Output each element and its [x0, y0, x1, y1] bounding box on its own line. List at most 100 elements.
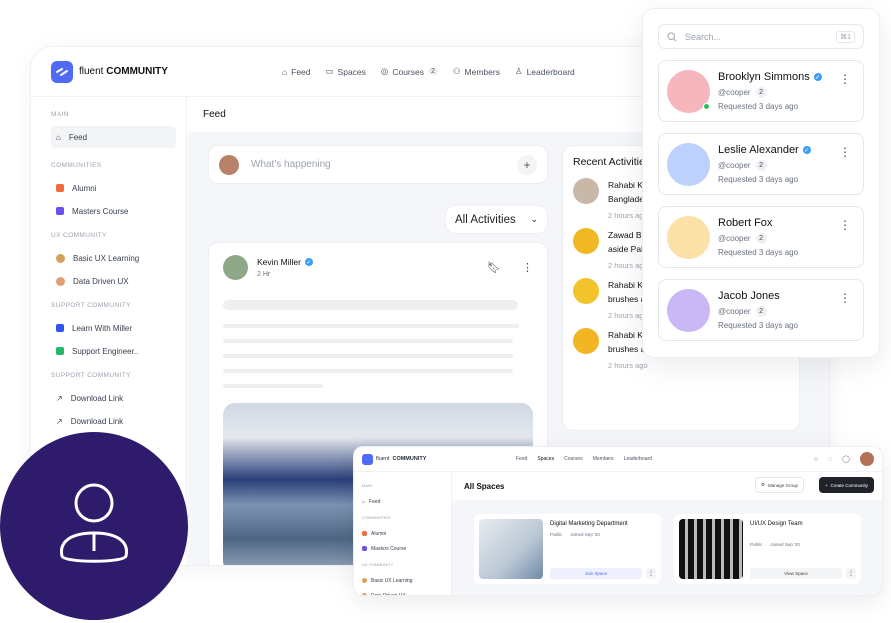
post-composer[interactable]: What's happening + — [208, 145, 548, 184]
courses-badge: 2 — [427, 68, 438, 75]
member-card[interactable]: Brooklyn Simmons ✓ @cooper 2 Requested 3 d… — [658, 60, 864, 122]
logo[interactable]: fluent COMMUNITY — [362, 453, 426, 465]
search-input[interactable]: Search... ⌘1 — [658, 24, 864, 49]
section-ux: UX COMMUNITY — [51, 232, 107, 239]
verified-icon: ✓ — [802, 146, 811, 154]
logo[interactable]: fluent COMMUNITY — [51, 60, 168, 83]
sidebar-item-alumni[interactable]: Alumni — [51, 177, 176, 199]
space-card[interactable]: UI/UX Design Team Public Joined Sep '20 V… — [674, 514, 861, 584]
main-nav: ⌂ Feed ▭ Spaces ◎ Courses 2 ⚇ Members ♙ Leader… — [282, 66, 575, 77]
spaces-preview-window: fluent COMMUNITY Feed Spaces Courses Memb… — [353, 446, 883, 596]
members-panel: Search... ⌘1 Brooklyn Simmons ✓ @cooper 2 … — [642, 8, 880, 358]
avatar — [223, 255, 248, 280]
sidebar-item-alumni[interactable]: Alumni — [362, 526, 451, 541]
sidebar-item-feed[interactable]: ⌂ Feed — [362, 494, 451, 509]
arrow-up-right-icon: ↗ — [56, 416, 63, 426]
skeleton-line — [223, 369, 513, 373]
search-icon — [667, 31, 677, 41]
nav-members[interactable]: Members — [593, 456, 614, 462]
sidebar-item-support-engineer[interactable]: Support Engineer.. — [51, 340, 176, 362]
nav-courses[interactable]: Courses — [564, 456, 583, 462]
nav-spaces[interactable]: Spaces — [537, 456, 554, 462]
activity-filter-dropdown[interactable]: All Activities ⌄ — [445, 205, 548, 234]
skeleton-line — [223, 354, 513, 358]
avatar — [573, 328, 599, 354]
add-button[interactable]: + — [517, 154, 537, 175]
more-icon[interactable]: ⋮ — [522, 261, 533, 274]
sidebar-item-basic-ux[interactable]: Basic UX Learning — [362, 573, 451, 588]
member-card[interactable]: Jacob Jones @cooper 2 Requested 3 days ag… — [658, 279, 864, 341]
verified-icon: ✓ — [304, 258, 313, 266]
sidebar-item-data-driven-ux[interactable]: Data Driven UX — [362, 588, 451, 595]
avatar-icon — [56, 276, 65, 286]
manage-group-button[interactable]: ⚙ Manage Group — [754, 477, 804, 493]
nav-feed[interactable]: ⌂ Feed — [282, 66, 311, 77]
home-icon: ⌂ — [282, 66, 288, 77]
more-icon[interactable]: ⋮ — [839, 292, 851, 304]
avatar — [667, 288, 710, 332]
join-space-button[interactable]: Join Space — [550, 568, 642, 579]
nav-leaderboard[interactable]: ♙ Leaderboard — [515, 66, 575, 77]
post-author[interactable]: Kevin Miller — [257, 257, 301, 267]
logo-icon — [362, 453, 373, 465]
space-card[interactable]: Digital Marketing Department Public Joine… — [474, 514, 661, 584]
sidebar-item-feed[interactable]: ⌂ Feed — [51, 126, 176, 148]
section-support-2: SUPPORT COMMUNITY — [51, 372, 131, 379]
more-icon[interactable]: ⋮ — [839, 146, 851, 158]
page-title: All Spaces — [464, 481, 505, 491]
community-color-icon — [56, 184, 64, 192]
chat-icon[interactable]: ◌ — [828, 456, 832, 463]
bookmark-icon[interactable]: 🔖︎ — [487, 261, 501, 274]
avatar[interactable] — [860, 452, 874, 466]
avatar — [219, 154, 239, 175]
brand-bold: COMMUNITY — [106, 66, 168, 77]
search-icon[interactable]: ○ — [814, 456, 818, 463]
more-icon[interactable]: ⋮ — [646, 568, 656, 579]
section-main: MAIN — [51, 111, 69, 118]
mini-sidebar: MAIN ⌂ Feed COMMUNITIES Alumni Masters C… — [354, 472, 452, 595]
verified-icon: ✓ — [813, 73, 822, 81]
arrow-up-right-icon: ↗ — [56, 393, 63, 403]
sidebar-item-data-driven-ux[interactable]: Data Driven UX — [51, 270, 176, 292]
nav-courses[interactable]: ◎ Courses 2 — [381, 66, 438, 77]
more-icon[interactable]: ⋮ — [839, 73, 851, 85]
member-card[interactable]: Robert Fox @cooper 2 Requested 3 days ago… — [658, 206, 864, 268]
sidebar-item-download-link[interactable]: ↗ Download Link — [51, 410, 176, 432]
view-space-button[interactable]: View Space — [750, 568, 842, 579]
avatar — [573, 228, 599, 254]
shortcut-badge: ⌘1 — [836, 30, 855, 43]
sidebar-item-masters-course[interactable]: Masters Course — [362, 541, 451, 556]
sidebar-item-basic-ux[interactable]: Basic UX Learning — [51, 247, 176, 269]
sidebar-item-masters-course[interactable]: Masters Course — [51, 200, 176, 222]
nav-spaces[interactable]: ▭ Spaces — [326, 66, 366, 77]
courses-icon: ◎ — [380, 66, 389, 76]
composer-input[interactable]: What's happening — [251, 159, 517, 170]
sidebar-item-download-link[interactable]: ↗ Download Link — [51, 387, 176, 409]
online-status-icon — [703, 102, 710, 110]
community-color-icon — [56, 207, 64, 215]
members-icon: ⚇ — [452, 66, 461, 76]
avatar — [667, 142, 710, 186]
home-icon: ⌂ — [56, 132, 61, 142]
space-image — [679, 519, 743, 579]
avatar — [667, 69, 710, 113]
nav-feed[interactable]: Feed — [516, 456, 527, 462]
skeleton-line — [223, 384, 323, 388]
nav-leaderboard[interactable]: Leaderboard — [624, 456, 652, 462]
avatar — [573, 278, 599, 304]
brand-light: fluent — [79, 66, 104, 77]
member-card[interactable]: Leslie Alexander ✓ @cooper 2 Requested 3 d… — [658, 133, 864, 195]
spaces-icon: ▭ — [325, 66, 334, 76]
plus-icon: + — [824, 482, 828, 488]
post-time: 2 Hr — [257, 271, 271, 278]
nav-members[interactable]: ⚇ Members — [453, 66, 500, 77]
plus-icon: + — [523, 157, 531, 172]
bell-icon[interactable]: ◯ — [842, 455, 850, 463]
user-badge — [0, 432, 188, 620]
skeleton-line — [223, 324, 519, 328]
sidebar-item-learn-with-miller[interactable]: Learn With Miller — [51, 317, 176, 339]
more-icon[interactable]: ⋮ — [846, 568, 856, 579]
create-community-button[interactable]: + Create Community — [818, 477, 874, 493]
more-icon[interactable]: ⋮ — [839, 219, 851, 231]
space-image — [479, 519, 543, 579]
